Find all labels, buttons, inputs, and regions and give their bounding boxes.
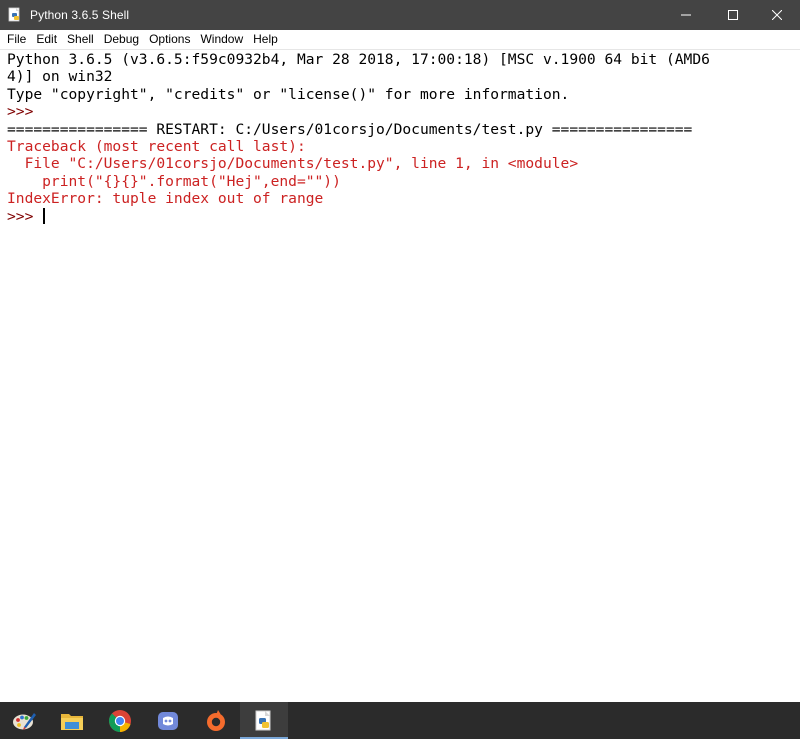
menu-debug[interactable]: Debug [99,30,144,50]
traceback-source-line: print("{}{}".format("Hej",end="")) [7,172,341,190]
shell-text-area[interactable]: Python 3.6.5 (v3.6.5:f59c0932b4, Mar 28 … [3,51,797,699]
window-title: Python 3.6.5 Shell [30,8,130,22]
chrome-icon [109,709,131,732]
banner-line-3: Type "copyright", "credits" or "license(… [7,85,570,103]
menu-help[interactable]: Help [248,30,283,50]
menu-window[interactable]: Window [195,30,248,50]
banner-line-2: 4)] on win32 [7,68,113,86]
minimize-button[interactable] [663,0,709,30]
maximize-button[interactable] [710,0,756,30]
minimize-icon [681,14,691,16]
text-cursor [43,207,46,224]
taskbar-python-idle[interactable] [240,702,288,739]
title-bar[interactable]: Python 3.6.5 Shell [0,0,800,30]
menu-bar: File Edit Shell Debug Options Window Hel… [0,30,800,50]
taskbar [0,702,800,739]
restart-line: ================ RESTART: C:/Users/01cor… [7,120,693,138]
taskbar-discord[interactable] [144,702,192,739]
taskbar-chrome[interactable] [96,702,144,739]
taskbar-origin[interactable] [192,702,240,739]
menu-edit[interactable]: Edit [31,30,62,50]
maximize-icon [728,10,738,20]
traceback-file-line: File "C:/Users/01corsjo/Documents/test.p… [7,155,579,173]
python-idle-icon [7,7,23,23]
menu-shell[interactable]: Shell [62,30,99,50]
menu-file[interactable]: File [0,30,31,50]
close-button[interactable] [754,0,800,30]
menu-options[interactable]: Options [144,30,195,50]
taskbar-paint[interactable] [0,702,48,739]
active-input-line[interactable]: >>> [7,207,797,225]
close-icon [772,10,782,20]
origin-icon [207,709,225,731]
banner-line-1: Python 3.6.5 (v3.6.5:f59c0932b4, Mar 28 … [7,51,710,68]
traceback-header: Traceback (most recent call last): [7,137,306,155]
taskbar-file-explorer[interactable] [48,702,96,739]
active-prompt: >>> [7,207,43,225]
python-idle-icon [255,710,271,730]
error-message: IndexError: tuple index out of range [7,190,324,208]
shell-prompt: >>> [7,103,43,121]
file-explorer-icon [61,713,83,730]
paint-icon [13,712,36,730]
discord-icon [158,711,178,730]
idle-shell-window: Python 3.6.5 Shell File Edit Shell Debug… [0,0,800,702]
